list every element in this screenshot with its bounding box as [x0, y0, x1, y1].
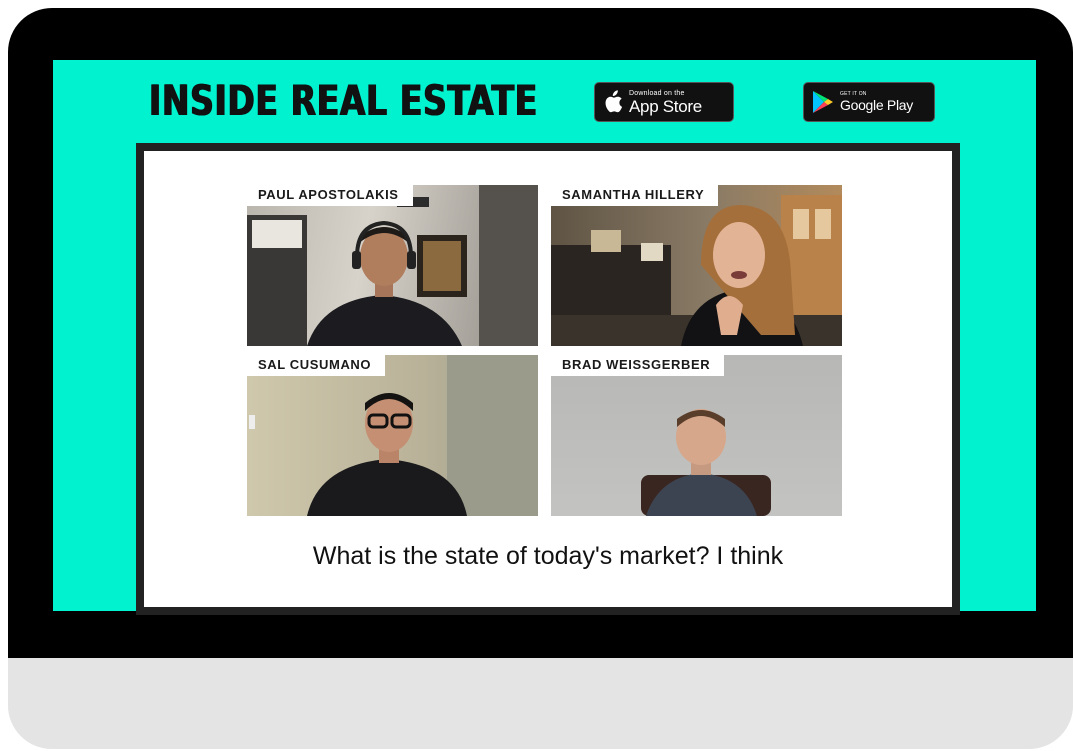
- apple-icon: [605, 90, 623, 113]
- participant-video: [247, 185, 538, 346]
- participant-tile: PAUL APOSTOLAKIS: [247, 185, 538, 346]
- participant-tile: SAL CUSUMANO: [247, 355, 538, 516]
- participant-name-tag: SAMANTHA HILLERY: [551, 185, 719, 206]
- participant-video: [551, 195, 842, 346]
- video-player[interactable]: INSIDE REAL ESTATE Download on the App S…: [8, 8, 1073, 658]
- video-grid-panel: PAUL APOSTOLAKIS SAMANTHA HILLERY SAL CU…: [136, 143, 960, 615]
- show-logo: INSIDE REAL ESTATE: [149, 76, 538, 125]
- play-triangle-icon: [813, 91, 833, 113]
- live-caption: What is the state of today's market? I t…: [312, 542, 784, 570]
- app-store-badge[interactable]: Download on the App Store: [594, 82, 734, 122]
- app-store-small-label: Download on the: [629, 89, 685, 97]
- participant-name-tag: SAL CUSUMANO: [247, 355, 386, 376]
- participant-video: [641, 409, 771, 516]
- google-play-label: Google Play: [840, 97, 913, 113]
- participant-tile: SAMANTHA HILLERY: [551, 185, 842, 346]
- broadcast-background: INSIDE REAL ESTATE Download on the App S…: [53, 60, 1036, 615]
- participant-name-tag: BRAD WEISSGERBER: [551, 355, 725, 376]
- participant-tile: BRAD WEISSGERBER: [551, 355, 842, 516]
- participant-video: [249, 355, 538, 516]
- google-play-badge[interactable]: GET IT ON Google Play: [803, 82, 935, 122]
- video-card: INSIDE REAL ESTATE Download on the App S…: [8, 8, 1073, 749]
- video-controls-area: [8, 658, 1073, 749]
- app-store-label: App Store: [629, 96, 702, 116]
- participant-name-tag: PAUL APOSTOLAKIS: [247, 185, 413, 206]
